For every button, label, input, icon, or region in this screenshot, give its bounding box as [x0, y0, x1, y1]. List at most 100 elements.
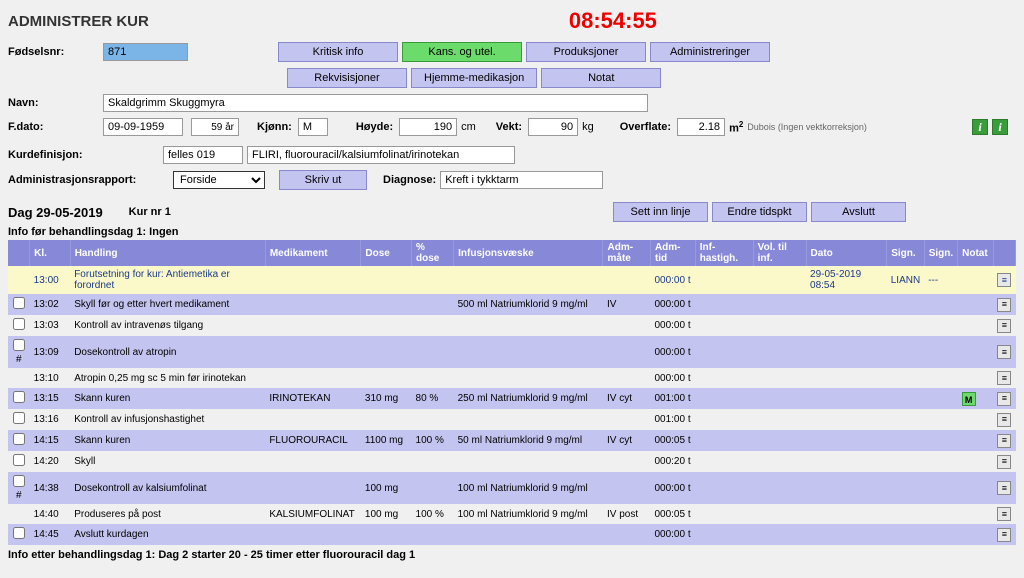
cell-handling: Skyll	[70, 451, 265, 472]
row-checkbox[interactable]	[13, 412, 25, 424]
row-menu-icon[interactable]: ≡	[997, 273, 1011, 287]
cell-kl: 13:10	[30, 368, 71, 388]
row-checkbox[interactable]	[13, 433, 25, 445]
kans-utel-button[interactable]: Kans. og utel.	[402, 42, 522, 62]
row-menu-icon[interactable]: ≡	[997, 434, 1011, 448]
row-checkbox[interactable]	[13, 391, 25, 403]
kurdef-name-input[interactable]	[247, 146, 515, 164]
cell-sign2	[924, 430, 957, 451]
cell-pct	[412, 294, 454, 315]
kjonn-label: Kjønn:	[257, 121, 292, 133]
sett-inn-linje-button[interactable]: Sett inn linje	[613, 202, 708, 222]
produksjoner-button[interactable]: Produksjoner	[526, 42, 646, 62]
age-input[interactable]	[191, 118, 239, 136]
kjonn-input[interactable]	[298, 118, 328, 136]
cell-vol	[753, 504, 806, 524]
row-menu-icon[interactable]: ≡	[997, 371, 1011, 385]
cell-notat	[958, 409, 994, 430]
dubois-text: Dubois (Ingen vektkorreksjon)	[747, 122, 867, 132]
row-menu-icon[interactable]: ≡	[997, 392, 1011, 406]
hoyde-label: Høyde:	[356, 121, 393, 133]
row-menu-icon[interactable]: ≡	[997, 528, 1011, 542]
cell-med	[265, 336, 361, 368]
diagnose-label: Diagnose:	[383, 174, 436, 186]
vekt-input[interactable]	[528, 118, 578, 136]
row-checkbox[interactable]	[13, 297, 25, 309]
cell-infh	[695, 472, 753, 504]
adminrapport-select[interactable]: Forside	[173, 171, 265, 189]
cell-kl: 14:38	[30, 472, 71, 504]
hoyde-input[interactable]	[399, 118, 457, 136]
row-menu-icon[interactable]: ≡	[997, 413, 1011, 427]
row-checkbox[interactable]	[13, 318, 25, 330]
hjemme-medikasjon-button[interactable]: Hjemme-medikasjon	[411, 68, 537, 88]
cell-notat	[958, 368, 994, 388]
cell-med	[265, 472, 361, 504]
info-etter-text: Info etter behandlingsdag 1: Dag 2 start…	[8, 549, 1016, 561]
col-kl: Kl.	[30, 240, 71, 266]
overflate-input[interactable]	[677, 118, 725, 136]
cell-admtid: 001:00 t	[650, 388, 695, 409]
fodselsnr-input[interactable]	[103, 43, 188, 61]
cell-pct	[412, 336, 454, 368]
cell-sign1	[887, 504, 924, 524]
kg-unit: kg	[582, 121, 594, 133]
rekvisisjoner-button[interactable]: Rekvisisjoner	[287, 68, 407, 88]
cell-sign1	[887, 472, 924, 504]
cell-dato	[806, 504, 887, 524]
cell-pct: 80 %	[412, 388, 454, 409]
administreringer-button[interactable]: Administreringer	[650, 42, 770, 62]
cell-sign2	[924, 336, 957, 368]
cell-dose	[361, 409, 412, 430]
cell-sign1	[887, 451, 924, 472]
cell-adm	[603, 315, 650, 336]
cell-infv: 500 ml Natriumklorid 9 mg/ml	[454, 294, 603, 315]
cell-pct	[412, 472, 454, 504]
info-icon-2[interactable]: i	[992, 119, 1008, 135]
cell-kl: 14:20	[30, 451, 71, 472]
col-pctdose: % dose	[412, 240, 454, 266]
cell-infv	[454, 336, 603, 368]
row-menu-icon[interactable]: ≡	[997, 345, 1011, 359]
cell-vol	[753, 524, 806, 545]
cell-med	[265, 451, 361, 472]
kurdef-code-input[interactable]	[163, 146, 243, 164]
row-menu-icon[interactable]: ≡	[997, 319, 1011, 333]
cell-dose	[361, 266, 412, 294]
row-checkbox[interactable]	[13, 475, 25, 487]
row-checkbox[interactable]	[13, 527, 25, 539]
navn-input[interactable]	[103, 94, 648, 112]
row-checkbox[interactable]	[13, 454, 25, 466]
cell-infv	[454, 368, 603, 388]
cell-dato	[806, 336, 887, 368]
cell-med	[265, 524, 361, 545]
fdato-input[interactable]	[103, 118, 183, 136]
cell-handling: Produseres på post	[70, 504, 265, 524]
cell-adm: IV cyt	[603, 388, 650, 409]
cell-kl: 13:15	[30, 388, 71, 409]
row-menu-icon[interactable]: ≡	[997, 481, 1011, 495]
skriv-ut-button[interactable]: Skriv ut	[279, 170, 367, 190]
cell-adm: IV post	[603, 504, 650, 524]
notat-button[interactable]: Notat	[541, 68, 661, 88]
cell-infh	[695, 315, 753, 336]
avslutt-button[interactable]: Avslutt	[811, 202, 906, 222]
info-icon-1[interactable]: i	[972, 119, 988, 135]
diagnose-input[interactable]	[440, 171, 603, 189]
cell-admtid: 001:00 t	[650, 409, 695, 430]
row-checkbox[interactable]	[13, 339, 25, 351]
kritisk-info-button[interactable]: Kritisk info	[278, 42, 398, 62]
dag-title: Dag 29-05-2019	[8, 205, 103, 220]
kurdef-label: Kurdefinisjon:	[8, 149, 163, 161]
info-for-text: Info før behandlingsdag 1: Ingen	[8, 226, 1016, 238]
cell-handling: Skann kuren	[70, 388, 265, 409]
cell-notat	[958, 504, 994, 524]
row-menu-icon[interactable]: ≡	[997, 507, 1011, 521]
row-menu-icon[interactable]: ≡	[997, 298, 1011, 312]
col-vol: Vol. til inf.	[753, 240, 806, 266]
endre-tidspkt-button[interactable]: Endre tidspkt	[712, 202, 807, 222]
cell-admtid: 000:00 t	[650, 368, 695, 388]
cell-notat: M	[958, 388, 994, 409]
row-menu-icon[interactable]: ≡	[997, 455, 1011, 469]
m-badge[interactable]: M	[962, 392, 976, 406]
